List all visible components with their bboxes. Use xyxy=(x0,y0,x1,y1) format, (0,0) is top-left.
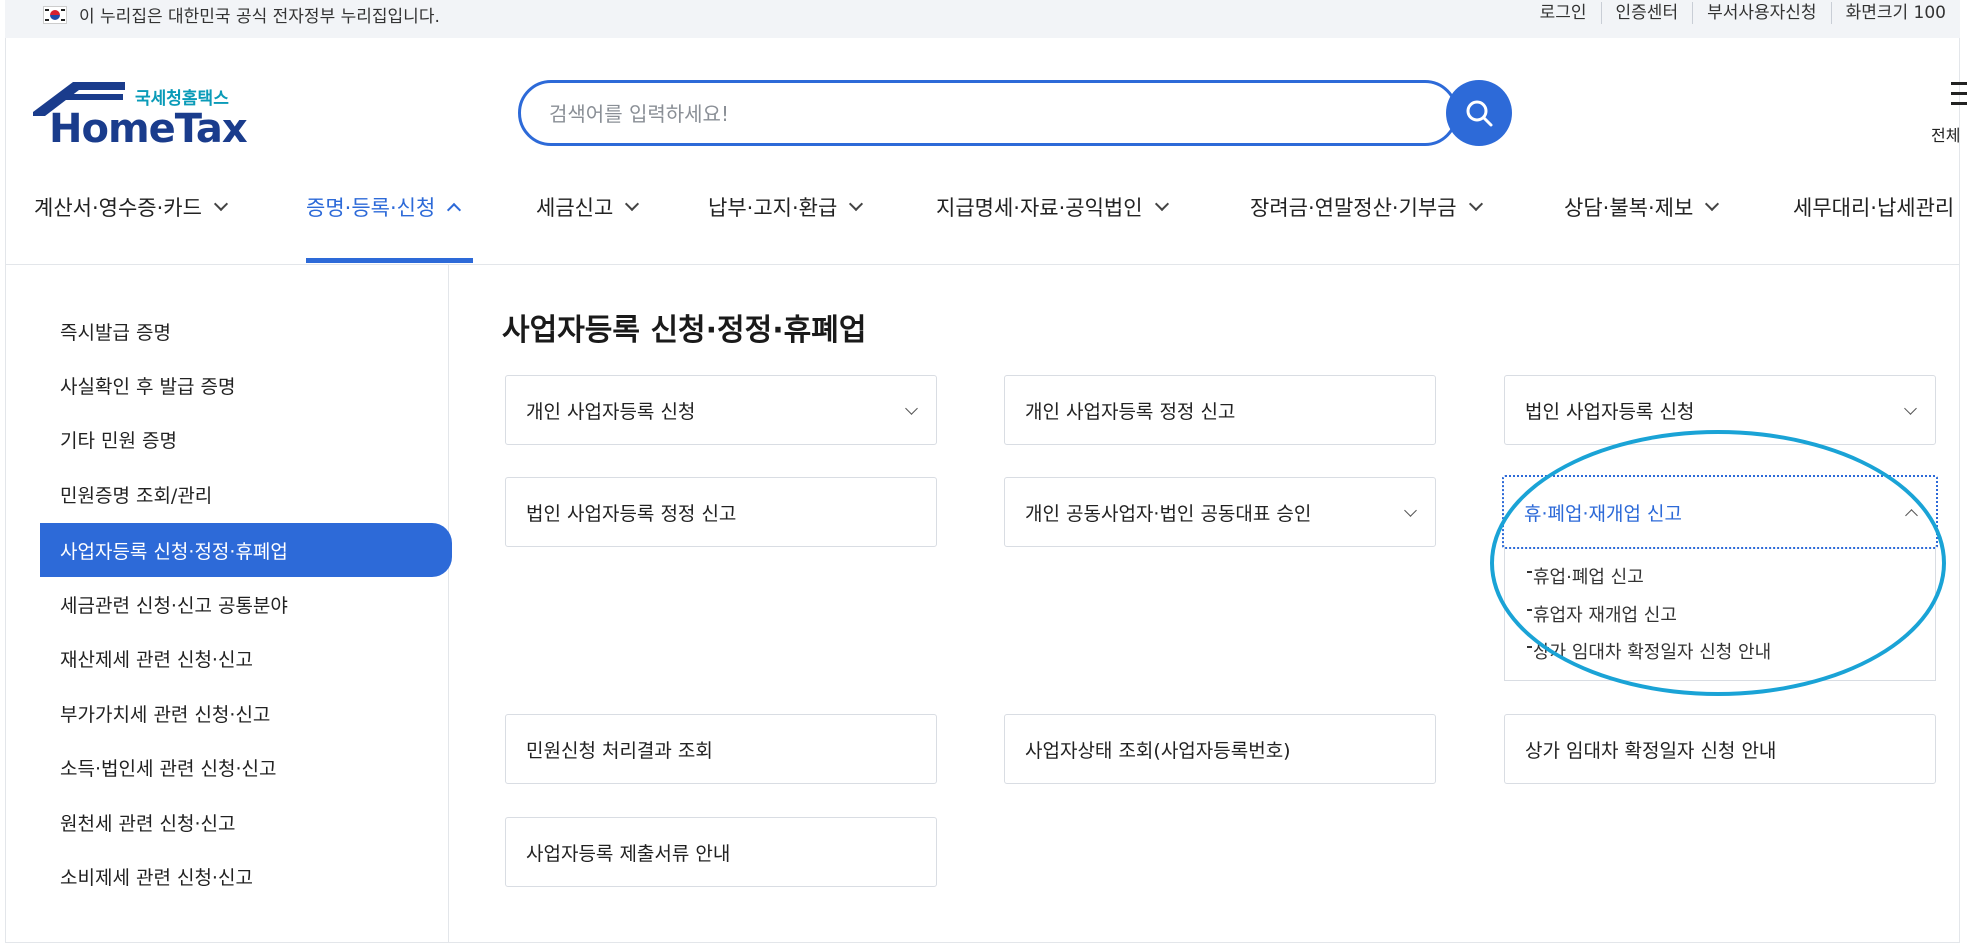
card-label: 사업자상태 조회(사업자등록번호) xyxy=(1025,739,1291,762)
sidebar-item-cert-manage[interactable]: 민원증명 조회/관리 xyxy=(40,467,452,521)
hometax-logo[interactable]: 국세청홈택스 HomeTax xyxy=(33,82,248,152)
gnb-label: 증명·등록·신청 xyxy=(306,196,436,220)
utility-links: 로그인 인증센터 부서사용자신청 화면크기 100 xyxy=(1526,2,1960,24)
gov-notice-text: 이 누리집은 대한민국 공식 전자정부 누리집입니다. xyxy=(79,7,440,27)
chevron-down-icon xyxy=(1404,504,1417,517)
gnb-item-payment[interactable]: 납부·고지·환급 xyxy=(708,192,864,222)
chevron-down-icon xyxy=(213,196,228,212)
cert-center-link[interactable]: 인증센터 xyxy=(1600,2,1693,24)
search-icon xyxy=(1466,100,1493,127)
search-box xyxy=(518,80,1458,146)
gov-notice-bar: 이 누리집은 대한민국 공식 전자정부 누리집입니다. 로그인 인증센터 부서사… xyxy=(5,0,1960,38)
sidebar-item-instant-cert[interactable]: 즉시발급 증명 xyxy=(40,304,452,358)
gnb-item-certificate[interactable]: 증명·등록·신청 xyxy=(306,192,462,222)
sidebar: 즉시발급 증명 사실확인 후 발급 증명 기타 민원 증명 민원증명 조회/관리… xyxy=(5,265,452,943)
chevron-up-icon xyxy=(447,202,462,218)
sidebar-item-fact-cert[interactable]: 사실확인 후 발급 증명 xyxy=(40,358,452,412)
sidebar-item-business-registration[interactable]: 사업자등록 신청·정정·휴폐업 xyxy=(40,523,452,577)
chevron-down-icon xyxy=(1154,196,1169,212)
card-label: 법인 사업자등록 정정 신고 xyxy=(526,502,737,525)
chevron-down-icon xyxy=(1705,196,1720,212)
card-individual-correction[interactable]: 개인 사업자등록 정정 신고 xyxy=(1004,375,1436,445)
active-tab-underline xyxy=(306,258,473,263)
closure-submenu: 휴업·폐업 신고 휴업자 재개업 신고 상가 임대차 확정일자 신청 안내 xyxy=(1504,545,1936,681)
card-label: 휴·폐업·재개업 신고 xyxy=(1524,502,1682,525)
gnb-label: 장려금·연말정산·기부금 xyxy=(1250,196,1457,220)
search-input[interactable] xyxy=(547,95,1331,133)
chevron-down-icon xyxy=(1904,402,1917,415)
gnb-item-consultation[interactable]: 상담·불복·제보 xyxy=(1564,192,1720,222)
card-closure-reopening[interactable]: 휴·폐업·재개업 신고 xyxy=(1502,475,1938,549)
gnb-label: 지급명세·자료·공익법인 xyxy=(936,196,1143,220)
sidebar-item-withholding[interactable]: 원천세 관련 신청·신고 xyxy=(40,795,452,849)
page-title: 사업자등록 신청·정정·휴폐업 xyxy=(502,313,867,348)
card-label: 민원신청 처리결과 조회 xyxy=(526,739,713,762)
logo-text: HomeTax xyxy=(49,106,248,152)
card-result-inquiry[interactable]: 민원신청 처리결과 조회 xyxy=(505,714,937,784)
chevron-down-icon xyxy=(849,196,864,212)
gnb-label: 상담·불복·제보 xyxy=(1564,196,1694,220)
card-label: 개인 사업자등록 정정 신고 xyxy=(1025,400,1236,423)
chevron-down-icon xyxy=(905,402,918,415)
dept-user-link[interactable]: 부서사용자신청 xyxy=(1692,2,1830,24)
card-required-documents[interactable]: 사업자등록 제출서류 안내 xyxy=(505,817,937,887)
submenu-item-reopen[interactable]: 휴업자 재개업 신고 xyxy=(1527,601,1677,627)
chevron-down-icon xyxy=(1468,196,1483,212)
card-corporate-registration[interactable]: 법인 사업자등록 신청 xyxy=(1504,375,1936,445)
card-label: 사업자등록 제출서류 안내 xyxy=(526,842,731,865)
card-label: 개인 공동사업자·법인 공동대표 승인 xyxy=(1025,502,1312,525)
card-business-status[interactable]: 사업자상태 조회(사업자등록번호) xyxy=(1004,714,1436,784)
card-corporate-correction[interactable]: 법인 사업자등록 정정 신고 xyxy=(505,477,937,547)
card-label: 법인 사업자등록 신청 xyxy=(1525,400,1695,423)
card-label: 개인 사업자등록 신청 xyxy=(526,400,696,423)
gnb-item-tax-return[interactable]: 세금신고 xyxy=(536,192,640,222)
sidebar-item-vat[interactable]: 부가가치세 관련 신청·신고 xyxy=(40,686,452,740)
gnb-label: 계산서·영수증·카드 xyxy=(34,196,202,220)
gnb-label: 세금신고 xyxy=(536,196,614,220)
main-navigation: 계산서·영수증·카드 증명·등록·신청 세금신고 납부·고지·환급 지급명세·자… xyxy=(5,180,1960,265)
gnb-item-statements[interactable]: 지급명세·자료·공익법인 xyxy=(936,192,1169,222)
chevron-up-icon xyxy=(1905,509,1918,522)
korea-flag-icon xyxy=(43,6,67,24)
hamburger-menu-icon xyxy=(1951,82,1967,112)
all-menu-label: 전체 xyxy=(1931,126,1961,145)
sidebar-item-income-tax[interactable]: 소득·법인세 관련 신청·신고 xyxy=(40,740,452,794)
submenu-item-closure[interactable]: 휴업·폐업 신고 xyxy=(1527,563,1644,589)
gnb-item-incentives[interactable]: 장려금·연말정산·기부금 xyxy=(1250,192,1483,222)
sidebar-item-other-cert[interactable]: 기타 민원 증명 xyxy=(40,412,452,466)
submenu-item-lease-date[interactable]: 상가 임대차 확정일자 신청 안내 xyxy=(1526,638,1771,664)
search-button[interactable] xyxy=(1446,80,1512,146)
gnb-item-tax-agent[interactable]: 세무대리·납세관리 xyxy=(1793,192,1954,222)
all-menu-button[interactable]: 전체 xyxy=(1925,78,1967,148)
card-label: 상가 임대차 확정일자 신청 안내 xyxy=(1525,739,1777,762)
gnb-label: 세무대리·납세관리 xyxy=(1793,196,1955,220)
login-link[interactable]: 로그인 xyxy=(1526,2,1601,24)
gnb-item-invoice[interactable]: 계산서·영수증·카드 xyxy=(34,192,228,222)
card-individual-registration[interactable]: 개인 사업자등록 신청 xyxy=(505,375,937,445)
sidebar-item-property-tax[interactable]: 재산제세 관련 신청·신고 xyxy=(40,631,452,685)
chevron-down-icon xyxy=(625,196,640,212)
card-joint-approval[interactable]: 개인 공동사업자·법인 공동대표 승인 xyxy=(1004,477,1436,547)
sidebar-item-consumption[interactable]: 소비제세 관련 신청·신고 xyxy=(40,849,452,903)
gnb-label: 납부·고지·환급 xyxy=(708,196,838,220)
sidebar-item-common[interactable]: 세금관련 신청·신고 공통분야 xyxy=(40,577,452,631)
card-lease-date-guide[interactable]: 상가 임대차 확정일자 신청 안내 xyxy=(1504,714,1936,784)
screen-zoom-link[interactable]: 화면크기 100 xyxy=(1830,2,1960,24)
